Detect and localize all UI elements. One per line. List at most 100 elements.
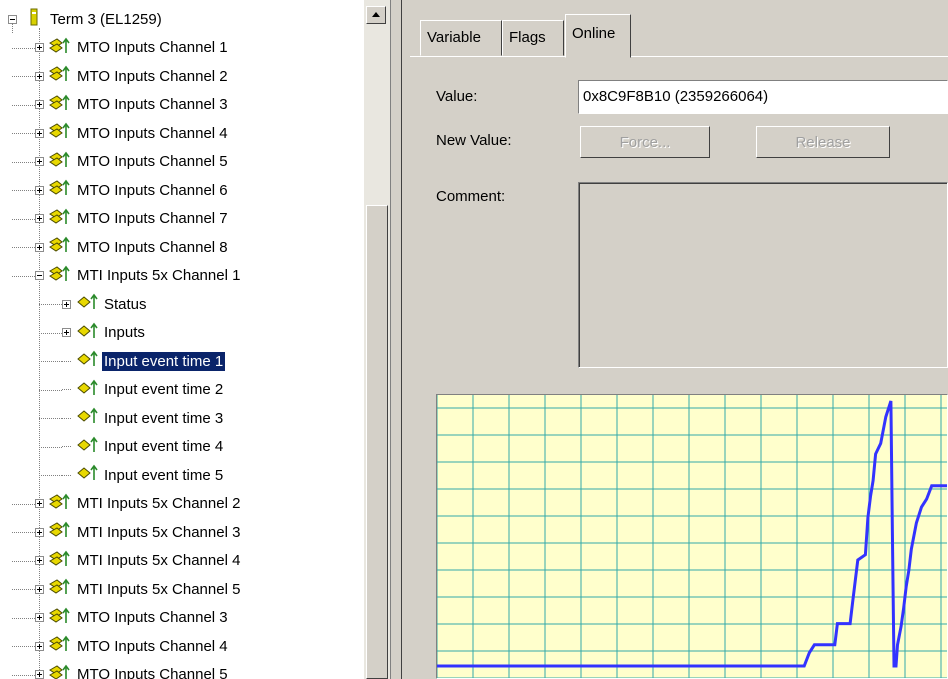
expand-icon[interactable] [35,71,44,81]
expand-icon[interactable] [35,43,44,52]
tree-connector-line [12,161,35,163]
variable-group-icon [48,65,75,87]
tree-item-label: MTO Inputs Channel 4 [77,637,228,655]
tab-flags-label: Flags [509,29,546,46]
tree-item-label: Input event time 5 [104,466,224,484]
tree-item-label: Input event time 4 [104,438,224,455]
tree-item-label: MTO Inputs Channel 3 [77,609,228,626]
expand-icon[interactable] [62,299,71,309]
expand-icon[interactable] [35,527,44,537]
tree-item-label: MTO Inputs Channel 5 [77,666,228,679]
variable-group-icon [48,122,75,144]
tree-item[interactable]: MTO Inputs Channel 4 [35,635,230,657]
expand-icon[interactable] [35,584,44,594]
tree-item[interactable]: MTI Inputs 5x Channel 2 [35,493,242,515]
expand-icon[interactable] [35,214,44,223]
expand-icon[interactable] [62,328,71,337]
expand-icon[interactable] [35,157,44,166]
force-button-label: Force... [619,133,671,151]
variable-group-icon [48,578,75,600]
tree-item[interactable]: MTO Inputs Channel 5 [35,664,230,679]
tree-connector-line [12,76,35,77]
variable-group-icon [48,151,75,173]
terminal-icon [21,8,48,30]
tree-item-label: MTO Inputs Channel 2 [77,67,228,85]
force-button[interactable]: Force... [580,126,710,158]
tree-item[interactable]: MTI Inputs 5x Channel 3 [35,521,242,543]
tree-item-label: MTO Inputs Channel 1 [77,39,228,56]
tree-scrollbar[interactable] [364,0,390,679]
tree-item-label: MTI Inputs 5x Channel 1 [77,267,241,284]
properties-panel: Variable Flags Online Value: 0x8C9F8B10 … [402,0,948,679]
device-tree[interactable]: Term 3 (EL1259) MTO Inputs Channel 1 MTO I… [0,0,364,679]
tree-item[interactable]: MTI Inputs 5x Channel 4 [35,550,242,572]
tab-flags[interactable]: Flags [502,20,564,56]
tree-item-label: Inputs [104,324,145,341]
scroll-up-button[interactable] [366,6,386,24]
tree-item-label: MTI Inputs 5x Channel 5 [77,580,241,598]
chart-svg [437,395,947,678]
tree-item[interactable]: Input event time 1 [62,350,227,372]
tree-item[interactable]: Input event time 3 [62,407,225,429]
expand-icon[interactable] [35,641,44,651]
input-variable-icon [75,293,102,315]
expand-icon[interactable] [35,556,44,565]
tree-item-label: Input event time 1 [100,350,227,372]
tab-variable[interactable]: Variable [420,20,502,56]
tree-item[interactable]: Input event time 5 [62,464,225,486]
tree-connector-line [12,674,35,676]
collapse-icon[interactable] [35,271,44,280]
variable-group-icon [48,635,75,657]
tree-item[interactable]: MTO Inputs Channel 3 [35,607,230,629]
expand-icon[interactable] [35,499,44,508]
tree-item[interactable]: MTO Inputs Channel 6 [35,179,230,201]
tree-item[interactable]: Status [62,293,149,315]
tree-connector-line [12,589,35,590]
expand-icon[interactable] [35,242,44,252]
variable-group-icon [48,208,75,230]
tree-item[interactable]: MTO Inputs Channel 5 [35,151,230,173]
tree-item[interactable]: Input event time 2 [62,379,225,401]
tree-item[interactable]: MTO Inputs Channel 7 [35,208,230,230]
pane-splitter[interactable] [390,0,402,679]
tree-item[interactable]: MTO Inputs Channel 8 [35,236,230,258]
tree-item[interactable]: MTO Inputs Channel 4 [35,122,230,144]
input-variable-icon [75,350,102,372]
tree-item[interactable]: Input event time 4 [62,436,225,458]
tab-variable-label: Variable [427,29,481,46]
tab-body-border [410,56,948,57]
tab-online[interactable]: Online [565,14,631,58]
expand-icon[interactable] [35,185,44,195]
tree-leaf-connector [62,360,71,362]
expand-icon[interactable] [35,100,44,109]
tree-item[interactable]: MTI Inputs 5x Channel 5 [35,578,242,600]
tree-item[interactable]: MTO Inputs Channel 2 [35,65,230,87]
input-variable-icon [75,379,102,401]
tree-connector-line [12,503,35,505]
variable-group-icon [48,265,75,287]
variable-group-icon [48,236,75,258]
expand-icon[interactable] [35,670,44,679]
tree-item[interactable]: MTI Inputs 5x Channel 1 [35,265,242,287]
tree-connector-line [12,218,35,220]
comment-field[interactable] [578,182,948,368]
tree-connector-line [12,560,35,562]
release-button[interactable]: Release [756,126,890,158]
input-variable-icon [75,322,102,344]
expand-icon[interactable] [35,128,44,138]
tree-leaf-connector [62,417,71,419]
chart-background [437,395,947,678]
tree-item[interactable]: MTO Inputs Channel 1 [35,37,230,59]
scroll-thumb[interactable] [366,205,388,679]
tree-item[interactable]: MTO Inputs Channel 3 [35,94,230,116]
input-variable-icon [75,436,102,458]
tree-item[interactable]: Inputs [62,322,147,344]
tree-item-label: MTO Inputs Channel 8 [77,238,228,256]
tree-item-label: MTO Inputs Channel 5 [77,153,228,170]
tree-root-term3[interactable]: Term 3 (EL1259) [8,8,164,30]
tree-item-label: MTI Inputs 5x Channel 3 [77,523,241,541]
tree-leaf-connector [62,389,71,390]
tree-connector-line [12,133,35,134]
expand-icon[interactable] [35,613,44,622]
tree-connector-line [12,617,35,619]
